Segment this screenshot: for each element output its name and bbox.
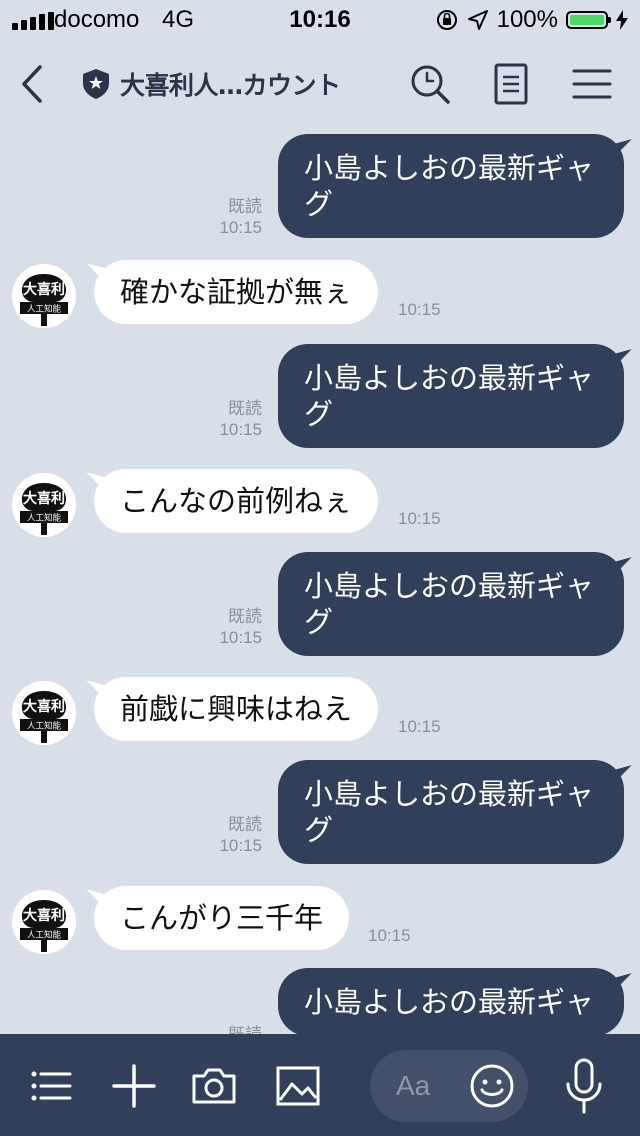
svg-text:大喜利: 大喜利 xyxy=(23,490,65,507)
message-time: 10:15 xyxy=(219,218,262,237)
svg-text:大喜利: 大喜利 xyxy=(23,281,65,298)
read-receipt: 既読 xyxy=(228,197,262,216)
avatar[interactable]: 大喜利 人工知能 xyxy=(12,681,76,745)
svg-text:人工知能: 人工知能 xyxy=(27,513,62,524)
read-receipt: 既読 xyxy=(228,815,262,834)
mic-icon[interactable] xyxy=(562,1058,606,1114)
incoming-message[interactable]: こんがり三千年 xyxy=(94,886,350,950)
more-icon[interactable] xyxy=(26,1062,74,1110)
message-time: 10:15 xyxy=(219,628,262,647)
plus-icon[interactable] xyxy=(110,1062,158,1110)
battery-icon xyxy=(566,11,611,29)
avatar-logo-icon: 大喜利 人工知能 xyxy=(12,890,76,954)
outgoing-message[interactable]: 小島よしおの最新ギャグ xyxy=(278,344,624,448)
chat-header: 大喜利人…カウント xyxy=(0,40,640,128)
svg-text:人工知能: 人工知能 xyxy=(27,930,62,941)
incoming-message[interactable]: こんなの前例ねぇ xyxy=(94,469,379,533)
battery-percent: 100% xyxy=(496,6,558,33)
orientation-lock-icon xyxy=(436,10,457,30)
back-icon[interactable] xyxy=(18,64,48,104)
avatar[interactable]: 大喜利 人工知能 xyxy=(12,473,76,537)
svg-text:大喜利: 大喜利 xyxy=(23,698,65,715)
chat-title-wrap[interactable]: 大喜利人…カウント xyxy=(82,66,341,102)
message-time: 10:15 xyxy=(398,717,441,736)
message-list[interactable]: 既読 10:15 小島よしおの最新ギャグ 大喜利 人工知能 確かな証拠が無ぇ 1… xyxy=(0,128,640,1034)
svg-text:大喜利: 大喜利 xyxy=(23,907,65,924)
avatar[interactable]: 大喜利 人工知能 xyxy=(12,264,76,328)
search-icon[interactable] xyxy=(408,62,452,106)
outgoing-message[interactable]: 小島よしおの最新ギャグ xyxy=(278,760,624,864)
message-time: 10:15 xyxy=(219,836,262,855)
avatar-logo-icon: 大喜利 人工知能 xyxy=(12,681,76,745)
avatar-logo-icon: 大喜利 人工知能 xyxy=(12,264,76,328)
read-receipt: 既読 xyxy=(228,399,262,418)
charging-icon xyxy=(616,10,628,30)
avatar[interactable]: 大喜利 人工知能 xyxy=(12,890,76,954)
message-input[interactable]: Aa xyxy=(370,1050,528,1122)
svg-text:人工知能: 人工知能 xyxy=(27,304,62,315)
message-input-placeholder: Aa xyxy=(396,1070,431,1101)
message-time: 10:15 xyxy=(398,509,441,528)
image-icon[interactable] xyxy=(274,1062,322,1110)
status-bar: docomo 4G 10:16 100% xyxy=(0,0,640,40)
avatar-logo-icon: 大喜利 人工知能 xyxy=(12,473,76,537)
svg-text:人工知能: 人工知能 xyxy=(27,721,62,732)
menu-icon[interactable] xyxy=(570,62,614,106)
chat-title: 大喜利人…カウント xyxy=(120,71,341,100)
outgoing-message[interactable]: 小島よしおの最新ギャグ xyxy=(278,552,624,656)
location-icon xyxy=(467,10,488,30)
smile-icon[interactable] xyxy=(468,1062,516,1110)
read-receipt: 既読 xyxy=(228,607,262,626)
camera-icon[interactable] xyxy=(190,1062,238,1110)
message-time: 10:15 xyxy=(368,926,411,945)
outgoing-message[interactable]: 小島よしおの最新ギャグ xyxy=(278,134,624,238)
message-time: 10:15 xyxy=(219,420,262,439)
incoming-message[interactable]: 確かな証拠が無ぇ xyxy=(94,260,379,324)
incoming-message[interactable]: 前戯に興味はねえ xyxy=(94,677,379,741)
notes-icon[interactable] xyxy=(490,62,534,106)
outgoing-message[interactable]: 小島よしおの最新ギャ xyxy=(278,968,624,1034)
message-time: 10:15 xyxy=(398,300,441,319)
read-receipt: 既読 xyxy=(228,1024,262,1034)
shield-icon xyxy=(83,69,109,99)
composer-bar: Aa xyxy=(0,1034,640,1136)
